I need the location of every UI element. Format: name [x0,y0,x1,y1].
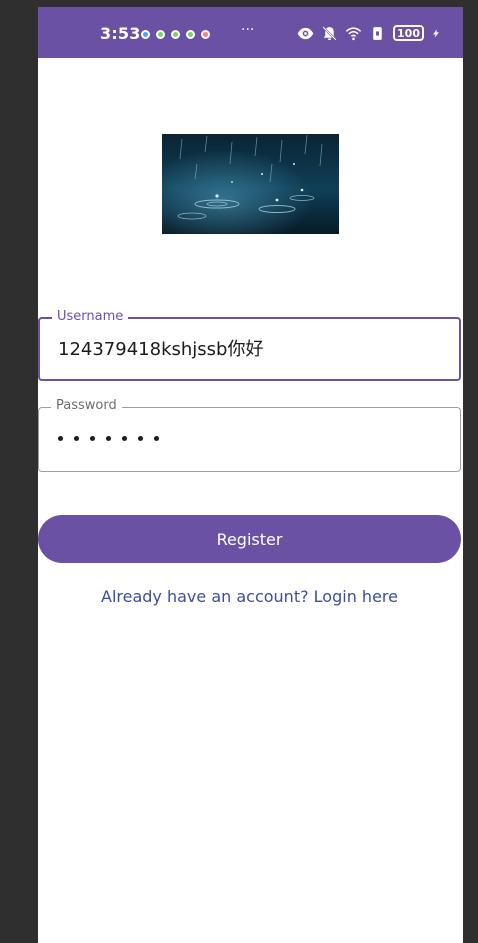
password-dot [138,436,143,441]
notification-icons [141,28,210,40]
battery-indicator: 100 [393,25,424,41]
username-input[interactable]: 124379418kshjssb你好 [58,335,438,365]
password-dot [154,436,159,441]
username-field[interactable]: Username 124379418kshjssb你好 [38,309,461,381]
notification-icon [156,29,165,39]
password-label: Password [51,398,122,413]
charging-bolt-icon [433,28,439,38]
wifi-icon [345,26,362,40]
sim-icon [373,26,382,40]
password-dot [90,436,95,441]
eye-icon [297,27,314,39]
notification-icon [201,29,210,39]
notification-icon [141,29,150,39]
password-dot [58,436,63,441]
status-bar: 3:53 ··· 100 [38,7,463,58]
password-dot [122,436,127,441]
username-label: Username [52,309,129,324]
notification-icon [171,29,180,39]
password-dot [74,436,79,441]
password-input[interactable] [58,426,159,441]
login-link[interactable]: Already have an account? Login here [38,587,461,606]
password-field[interactable]: Password [38,398,461,472]
rain-banner-image [162,134,339,234]
app-screen: 3:53 ··· 100 Username 124379418kshjssb你好… [38,7,463,943]
bell-off-icon [322,25,337,41]
rain-banner-graphic [162,134,339,234]
notification-icon [186,29,195,39]
device-frame: 3:53 ··· 100 Username 124379418kshjssb你好… [0,0,478,943]
status-time: 3:53 [100,24,141,43]
system-icons: 100 [297,23,441,43]
register-button[interactable]: Register [38,515,461,563]
more-notifications-icon: ··· [241,22,255,38]
password-dot [106,436,111,441]
